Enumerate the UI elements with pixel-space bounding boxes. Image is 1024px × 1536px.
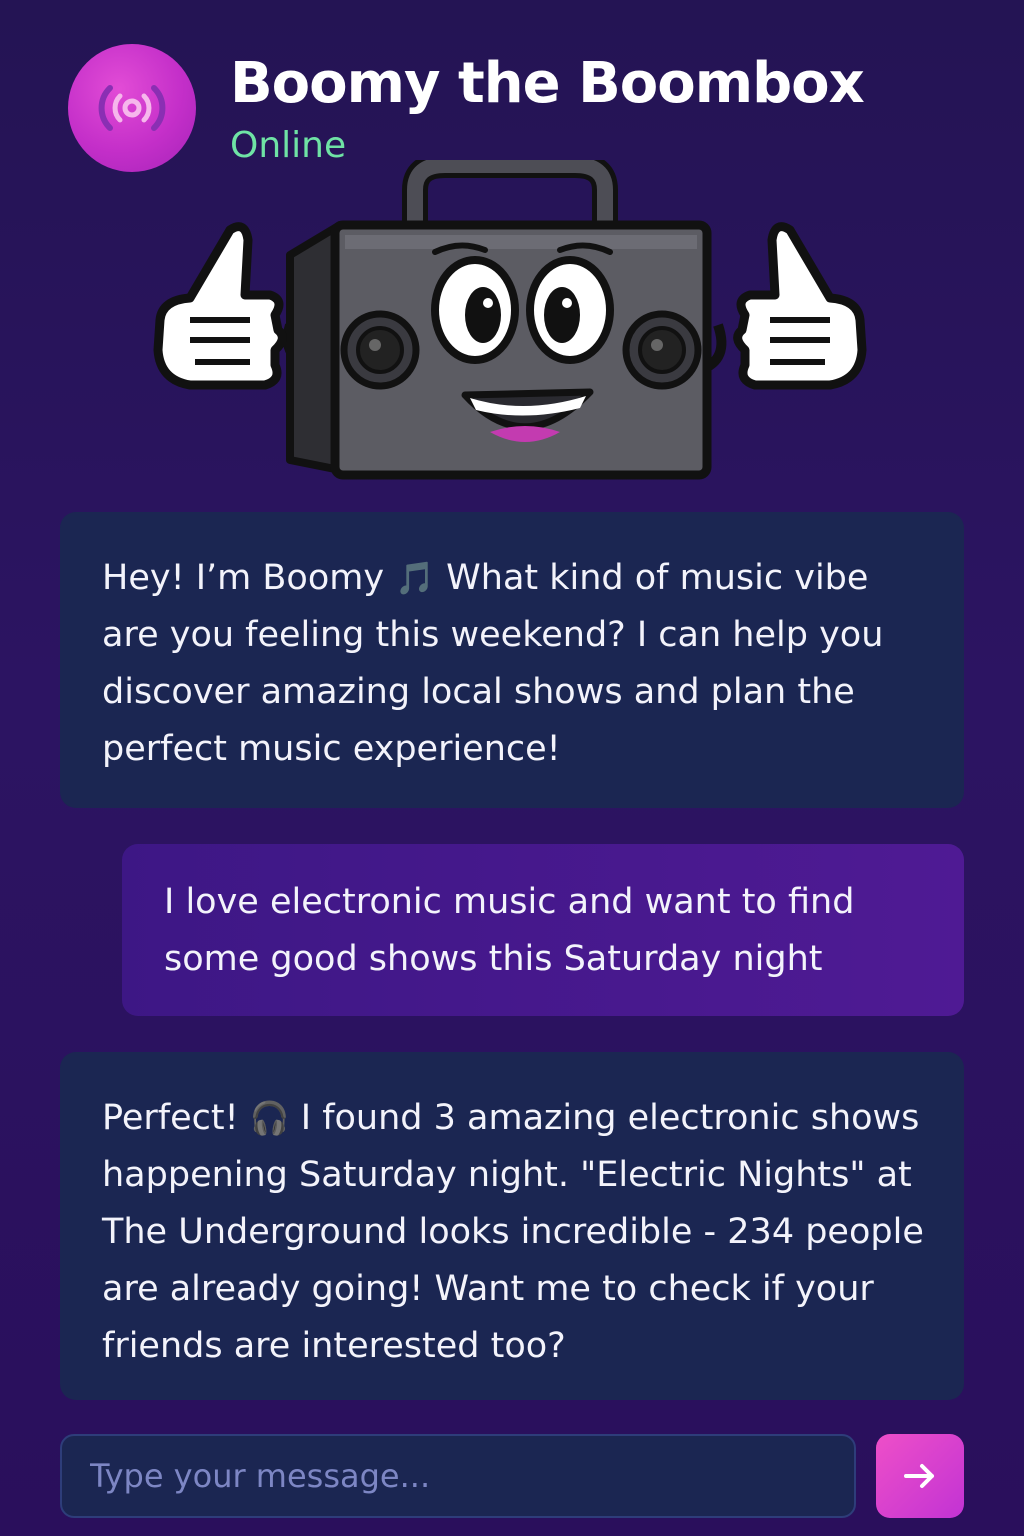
avatar[interactable] xyxy=(68,44,196,172)
bot-message: Perfect! 🎧 I found 3 amazing electronic … xyxy=(60,1052,964,1400)
message-text: I love electronic music and want to find… xyxy=(164,882,855,979)
chat-header: Boomy the Boombox Online xyxy=(68,44,865,172)
message-input[interactable] xyxy=(90,1457,854,1495)
bot-message: Hey! I’m Boomy 🎵 What kind of music vibe… xyxy=(60,512,964,808)
send-button[interactable] xyxy=(876,1434,964,1518)
user-message: I love electronic music and want to find… xyxy=(122,844,964,1016)
page-title: Boomy the Boombox xyxy=(230,51,865,116)
message-text: Hey! I’m Boomy xyxy=(102,558,396,598)
message-composer xyxy=(60,1434,856,1518)
music-note-icon: 🎵 xyxy=(395,559,436,597)
message-text: I found 3 amazing electronic shows happe… xyxy=(102,1098,924,1366)
arrow-right-icon xyxy=(904,1464,934,1488)
boombox-mascot-illustration xyxy=(153,160,867,480)
broadcast-radio-icon xyxy=(98,85,166,131)
headphones-icon: 🎧 xyxy=(249,1099,290,1137)
message-text: Perfect! xyxy=(102,1098,250,1138)
